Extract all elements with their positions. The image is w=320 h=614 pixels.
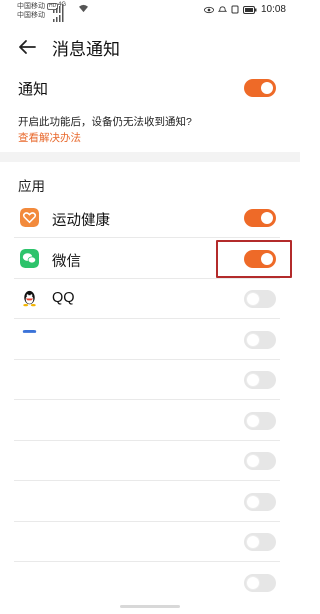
carrier-2: 中国移动 <box>17 12 45 19</box>
back-button[interactable] <box>16 36 38 58</box>
app-name: 微信 <box>52 253 81 270</box>
app-name: 运动健康 <box>52 213 110 229</box>
toggle-knob <box>247 414 259 427</box>
notifications-hint: 开启此功能后，设备仍无法收到通知? <box>18 116 192 128</box>
battery-icon <box>242 5 257 14</box>
eye-icon <box>203 6 214 13</box>
toggle-knob <box>247 536 259 548</box>
app-row[interactable] <box>0 522 300 562</box>
app-notification-toggle[interactable] <box>244 533 276 551</box>
notifications-row: 通知 <box>0 72 300 104</box>
notifications-label: 通知 <box>18 81 49 98</box>
section-divider <box>0 152 300 162</box>
app-row[interactable] <box>0 482 300 522</box>
app-notification-toggle[interactable] <box>244 452 276 470</box>
wifi-icon <box>79 4 88 13</box>
toggle-knob <box>247 455 259 467</box>
headphones-icon <box>231 5 239 14</box>
partial-app-icon <box>22 329 37 333</box>
wechat-app-icon <box>20 248 39 268</box>
qq-app-icon <box>23 290 36 307</box>
health-app-icon <box>20 208 39 227</box>
back-arrow-icon <box>19 40 36 54</box>
toggle-knob <box>247 495 259 508</box>
gesture-bar <box>120 605 180 608</box>
app-row[interactable] <box>0 401 300 441</box>
toggle-knob <box>247 333 259 346</box>
app-row[interactable] <box>0 320 300 360</box>
app-notification-toggle[interactable] <box>244 209 276 227</box>
alarm-icon <box>217 6 227 12</box>
app-notification-toggle[interactable] <box>244 330 276 349</box>
app-notification-toggle[interactable] <box>244 573 276 592</box>
app-notification-toggle[interactable] <box>244 411 276 430</box>
notifications-toggle[interactable] <box>244 79 276 97</box>
app-row[interactable]: 运动健康 <box>0 198 300 238</box>
app-notification-toggle[interactable] <box>244 249 276 268</box>
toggle-knob <box>261 82 273 94</box>
toggle-knob <box>261 252 273 265</box>
view-solution-link[interactable]: 查看解决办法 <box>18 130 81 145</box>
app-name: QQ <box>52 290 75 306</box>
app-notification-toggle[interactable] <box>244 371 276 389</box>
app-notification-toggle[interactable] <box>244 492 276 511</box>
apps-section-title: 应用 <box>18 179 45 194</box>
header: 消息通知 <box>0 30 300 64</box>
status-right: 10:08 <box>203 4 286 15</box>
status-bar: 中国移动HD 中国移动 4G 10:08 <box>0 0 300 22</box>
app-row[interactable] <box>0 360 300 400</box>
toggle-knob <box>247 374 259 386</box>
signal-icon-2 <box>53 13 64 22</box>
toggle-knob <box>247 293 259 305</box>
app-notification-toggle[interactable] <box>244 290 276 308</box>
app-row[interactable] <box>0 441 300 481</box>
toggle-knob <box>261 212 273 224</box>
toggle-knob <box>247 576 259 589</box>
app-row[interactable]: QQ <box>0 279 300 319</box>
app-row[interactable] <box>0 563 300 603</box>
page-title: 消息通知 <box>52 40 120 59</box>
clock: 10:08 <box>260 4 286 15</box>
carrier-1-label: 中国移动 <box>17 3 45 10</box>
app-row[interactable]: 微信 <box>0 239 300 279</box>
